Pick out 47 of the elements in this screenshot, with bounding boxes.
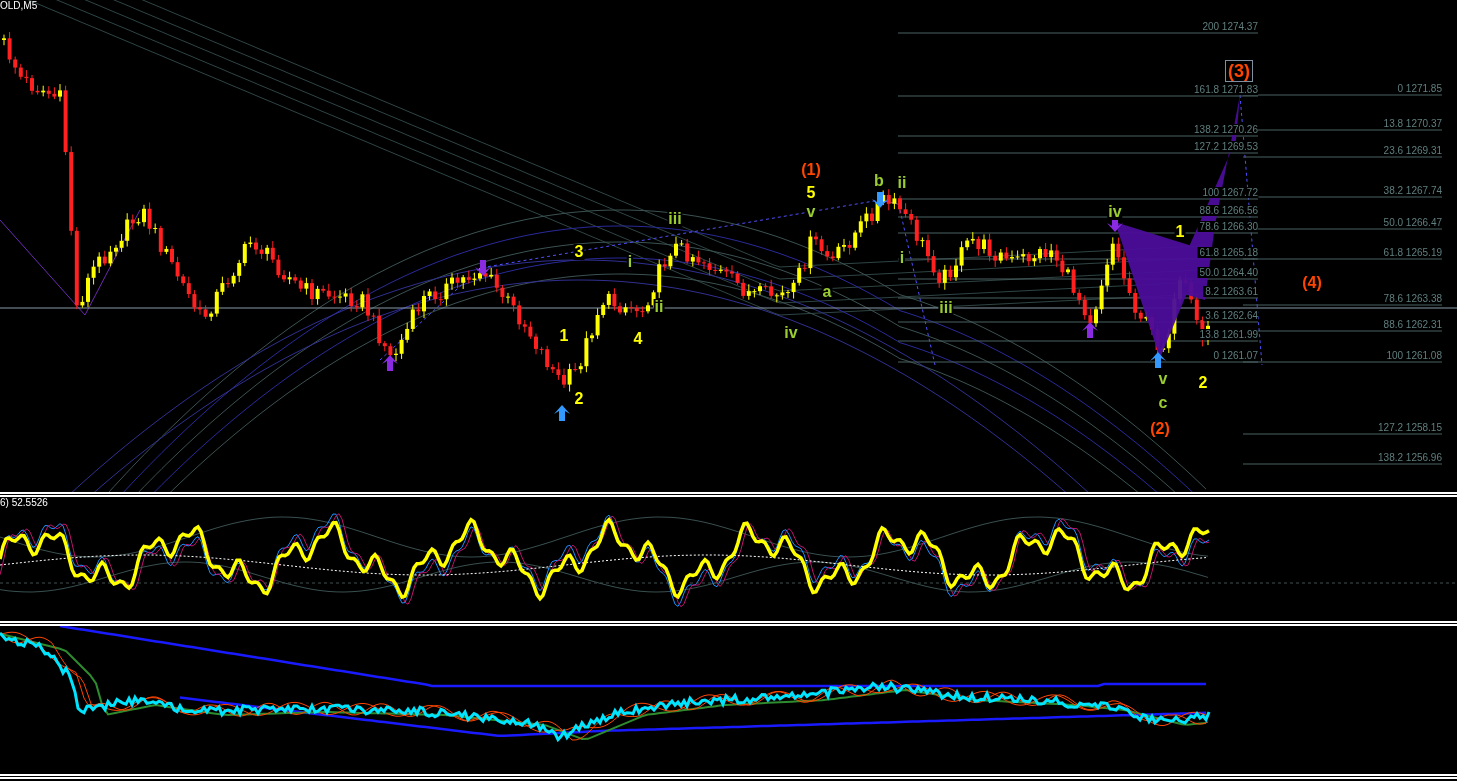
wave-label: (3) <box>1225 60 1253 82</box>
wave-label: iii <box>938 300 954 316</box>
fib-level-label: 8.2 1263.61 <box>1203 286 1258 297</box>
fib-level-label: 138.2 1270.26 <box>1192 124 1258 135</box>
wave-label: iv <box>1107 204 1123 220</box>
wave-label: 2 <box>573 391 585 407</box>
wave-label: 3 <box>573 244 585 260</box>
wave-label: (2) <box>1149 421 1171 437</box>
fib-level-label: 78.6 1266.30 <box>1197 221 1258 232</box>
fib-level-label: 38.2 1267.74 <box>1381 185 1442 196</box>
fib-level-label: 100 1261.08 <box>1384 350 1442 361</box>
wave-label: 4 <box>632 331 644 347</box>
fib-level-label: 127.2 1269.53 <box>1192 141 1258 152</box>
wave-label: i <box>626 254 634 270</box>
wave-label: 1 <box>558 328 570 344</box>
wave-label: 2 <box>1197 375 1209 391</box>
wave-label: iii <box>667 211 683 227</box>
fib-level-label: 50.0 1266.47 <box>1381 217 1442 228</box>
fib-level-label: 13.8 1261.99 <box>1197 329 1258 340</box>
wave-label: (1) <box>800 162 822 178</box>
fib-level-label: 161.8 1271.83 <box>1192 84 1258 95</box>
fib-level-label: 78.6 1263.38 <box>1381 293 1442 304</box>
wave-label: i <box>898 250 906 266</box>
wave-label: b <box>873 173 885 189</box>
wave-label: (4) <box>1301 275 1323 291</box>
wave-label: a <box>821 284 833 300</box>
fib-level-label: 3.6 1262.64 <box>1203 310 1258 321</box>
symbol-label: OLD,M5 <box>0 0 38 12</box>
indicator-value-label: 6) 52.5526 <box>0 497 48 509</box>
fib-level-label: 200 1274.37 <box>1200 21 1258 32</box>
fib-level-label: 0 1261.07 <box>1211 350 1258 361</box>
fib-level-label: 13.8 1270.37 <box>1381 118 1442 129</box>
fib-level-label: 100 1267.72 <box>1200 187 1258 198</box>
fib-level-label: 138.2 1256.96 <box>1376 452 1442 463</box>
fib-level-label: 88.6 1262.31 <box>1381 319 1442 330</box>
fib-level-label: 50.0 1264.40 <box>1197 267 1258 278</box>
wave-label: 5 <box>805 185 817 201</box>
wave-label: iv <box>783 325 799 341</box>
fib-level-label: 23.6 1269.31 <box>1381 145 1442 156</box>
wave-label: 1 <box>1174 224 1186 240</box>
wave-label: ii <box>896 175 908 191</box>
fib-level-label: 61.8 1265.19 <box>1381 247 1442 258</box>
fib-level-label: 88.6 1266.56 <box>1197 205 1258 216</box>
fib-level-label: 61.8 1265.18 <box>1197 247 1258 258</box>
fib-level-label: 0 1271.85 <box>1395 83 1442 94</box>
fib-level-label: 127.2 1258.15 <box>1376 422 1442 433</box>
wave-label: ii <box>653 299 665 315</box>
